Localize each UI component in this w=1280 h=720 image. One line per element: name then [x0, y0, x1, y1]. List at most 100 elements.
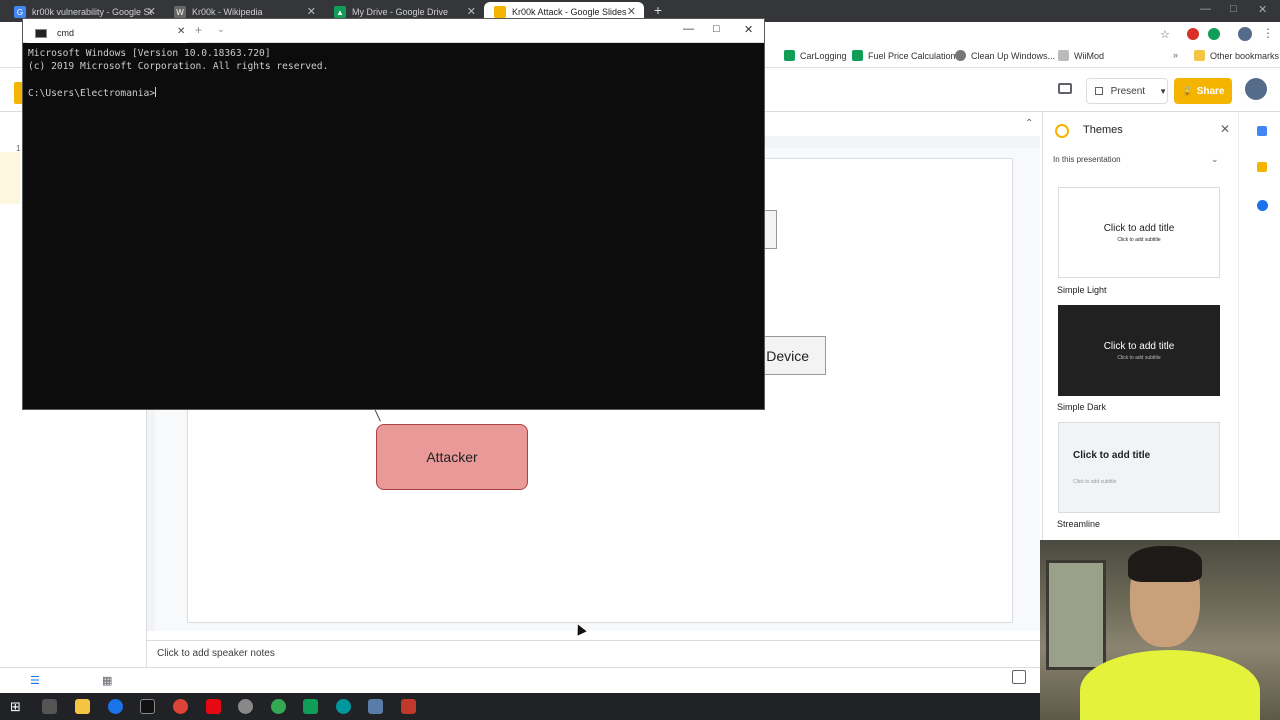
tab-label: Kr00k Attack - Google Slides	[512, 7, 627, 17]
windows-taskbar: ⊞	[0, 693, 1040, 720]
diagram-attacker-box[interactable]: Attacker	[376, 424, 528, 490]
theme-thumbnail-simple-dark[interactable]: Click to add title Click to add subtitle	[1058, 305, 1220, 396]
bookmark-label: WiiMod	[1074, 50, 1105, 61]
bookmarks-overflow-icon[interactable]: »	[1173, 50, 1178, 60]
bookmark-label: CarLogging	[800, 50, 847, 61]
present-button[interactable]: Present ▼	[1086, 78, 1168, 104]
cmd-tab-label: cmd	[57, 28, 75, 38]
app-gray-icon[interactable]	[238, 699, 253, 714]
close-icon[interactable]: ✕	[177, 26, 185, 37]
drive-icon: ▲	[334, 6, 346, 18]
lock-icon: 🔒	[1181, 85, 1193, 96]
extension-green-icon[interactable]	[1208, 28, 1220, 40]
text-cursor	[155, 87, 157, 97]
bookmark-carlogging[interactable]: CarLogging	[784, 50, 847, 61]
cmd-prompt-text: C:\Users\Electromania>	[28, 88, 156, 99]
link-icon	[955, 50, 966, 61]
close-icon[interactable]: ✕	[627, 5, 636, 18]
share-button[interactable]: 🔒 Share	[1174, 78, 1232, 104]
speaker-notes[interactable]: Click to add speaker notes	[147, 640, 1040, 667]
maximize-icon[interactable]: □	[1230, 3, 1237, 15]
theme-thumbnail-streamline[interactable]: Click to add title Click to add subtitle	[1058, 422, 1220, 513]
chevron-down-icon[interactable]: ▼	[1159, 87, 1167, 96]
file-explorer-icon[interactable]	[75, 699, 90, 714]
cmd-titlebar[interactable]: cmd ✕ + ⌄ — □ ✕	[23, 19, 764, 43]
theme-thumb-title: Click to add title	[1103, 340, 1175, 352]
close-icon[interactable]: ✕	[467, 5, 476, 18]
new-tab-icon[interactable]: +	[195, 23, 202, 37]
cmd-prompt[interactable]: C:\Users\Electromania>	[28, 87, 157, 99]
bookmark-wiimod[interactable]: WiiMod	[1058, 50, 1104, 61]
profile-avatar[interactable]	[1238, 27, 1252, 41]
other-bookmarks[interactable]: Other bookmarks	[1194, 50, 1279, 61]
terminal-icon[interactable]	[140, 699, 155, 714]
themes-title: Themes	[1083, 124, 1123, 136]
bookmark-label: Fuel Price Calculation	[868, 50, 956, 61]
close-icon[interactable]: ✕	[1220, 122, 1230, 136]
app-blue-icon[interactable]	[108, 699, 123, 714]
wikipedia-icon: W	[174, 6, 186, 18]
chrome-icon[interactable]	[173, 699, 188, 714]
webcam-person-shirt	[1080, 650, 1260, 720]
webcam-overlay	[1040, 540, 1280, 720]
side-apps-panel	[1238, 112, 1280, 540]
cmd-tab[interactable]: cmd ✕	[27, 23, 187, 43]
comment-icon[interactable]	[1058, 83, 1072, 94]
maximize-icon[interactable]: □	[713, 23, 720, 35]
more-menu-icon[interactable]: ⋮	[1262, 26, 1274, 40]
slides-icon	[494, 6, 506, 18]
theme-name: Simple Dark	[1057, 402, 1107, 412]
minimize-icon[interactable]: —	[683, 23, 694, 35]
themes-panel: Themes ✕ In this presentation ⌄ Click to…	[1042, 112, 1238, 540]
grid-view-icon[interactable]: ▦	[102, 674, 112, 687]
sheets-icon	[852, 50, 863, 61]
device-label: Device	[766, 347, 809, 364]
webcam-person-hair	[1128, 546, 1202, 582]
bookmark-clean-up-windows[interactable]: Clean Up Windows...	[955, 50, 1055, 61]
arduino-icon[interactable]	[336, 699, 351, 714]
page-icon	[1058, 50, 1069, 61]
netflix-icon[interactable]	[206, 699, 221, 714]
other-bookmarks-label: Other bookmarks	[1210, 50, 1280, 61]
new-tab-icon[interactable]: +	[650, 2, 666, 18]
theme-thumb-subtitle: Click to add subtitle	[1117, 354, 1161, 361]
theme-thumbnail-simple-light[interactable]: Click to add title Click to add subtitle	[1058, 187, 1220, 278]
tab-label: kr00k vulnerability - Google Sea	[32, 7, 152, 17]
minimize-icon[interactable]: —	[1200, 3, 1211, 15]
close-window-icon[interactable]: ✕	[744, 23, 753, 36]
bookmark-fuel-price[interactable]: Fuel Price Calculation	[852, 50, 956, 61]
app-green-icon[interactable]	[271, 699, 286, 714]
attacker-label: Attacker	[426, 449, 478, 465]
windows-start-icon[interactable]: ⊞	[10, 699, 21, 715]
cmd-version-line: Microsoft Windows [Version 10.0.18363.72…	[28, 48, 271, 59]
settings-icon[interactable]	[42, 699, 57, 714]
app-cube-icon[interactable]	[368, 699, 383, 714]
webcam-background-window	[1046, 560, 1106, 670]
explore-icon[interactable]	[1012, 670, 1026, 684]
slide-thumbnail-selected[interactable]	[0, 152, 20, 204]
keep-icon[interactable]	[1257, 162, 1267, 172]
cmd-window[interactable]: cmd ✕ + ⌄ — □ ✕ Microsoft Windows [Versi…	[22, 18, 765, 410]
chevron-down-icon[interactable]: ⌄	[217, 24, 225, 35]
tasks-icon[interactable]	[1257, 200, 1268, 211]
cmd-output: Microsoft Windows [Version 10.0.18363.72…	[28, 48, 328, 73]
chevron-down-icon[interactable]: ⌄	[1211, 154, 1219, 165]
bookmark-label: Clean Up Windows...	[971, 50, 1056, 61]
close-window-icon[interactable]: ✕	[1258, 3, 1267, 16]
close-icon[interactable]: ✕	[147, 5, 156, 18]
avatar[interactable]	[1245, 78, 1267, 100]
extension-abp-icon[interactable]	[1187, 28, 1199, 40]
calendar-icon[interactable]	[1257, 126, 1267, 136]
bookmark-star-icon[interactable]: ☆	[1160, 28, 1170, 41]
terminal-icon	[35, 28, 47, 38]
collapse-toolbar-icon[interactable]: ⌃	[1025, 118, 1033, 129]
cmd-copyright-line: (c) 2019 Microsoft Corporation. All righ…	[28, 60, 329, 72]
filmstrip-view-icon[interactable]: ☰	[30, 674, 40, 687]
app-red-icon[interactable]	[401, 699, 416, 714]
close-icon[interactable]: ✕	[307, 5, 316, 18]
horizontal-ruler	[765, 136, 1040, 148]
sheets-icon[interactable]	[303, 699, 318, 714]
tab-label: Kr00k - Wikipedia	[192, 7, 263, 17]
present-icon	[1095, 87, 1103, 95]
tab-label: My Drive - Google Drive	[352, 7, 449, 17]
